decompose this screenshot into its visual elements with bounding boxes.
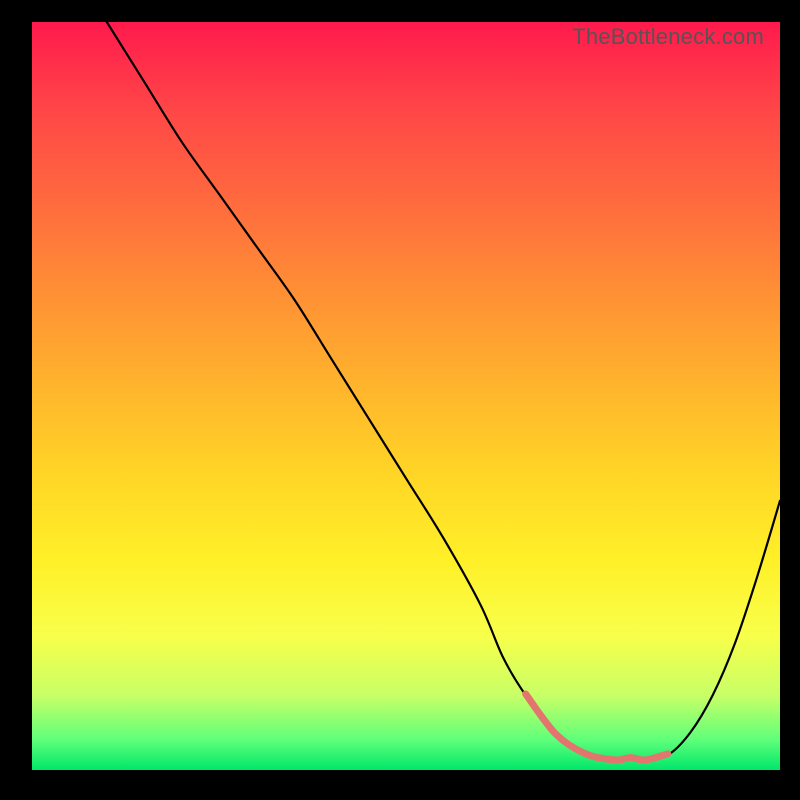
bottleneck-curve (107, 22, 780, 759)
bottleneck-chart: TheBottleneck.com (32, 22, 780, 770)
chart-overlay (32, 22, 780, 770)
optimal-range-highlight (526, 694, 668, 760)
